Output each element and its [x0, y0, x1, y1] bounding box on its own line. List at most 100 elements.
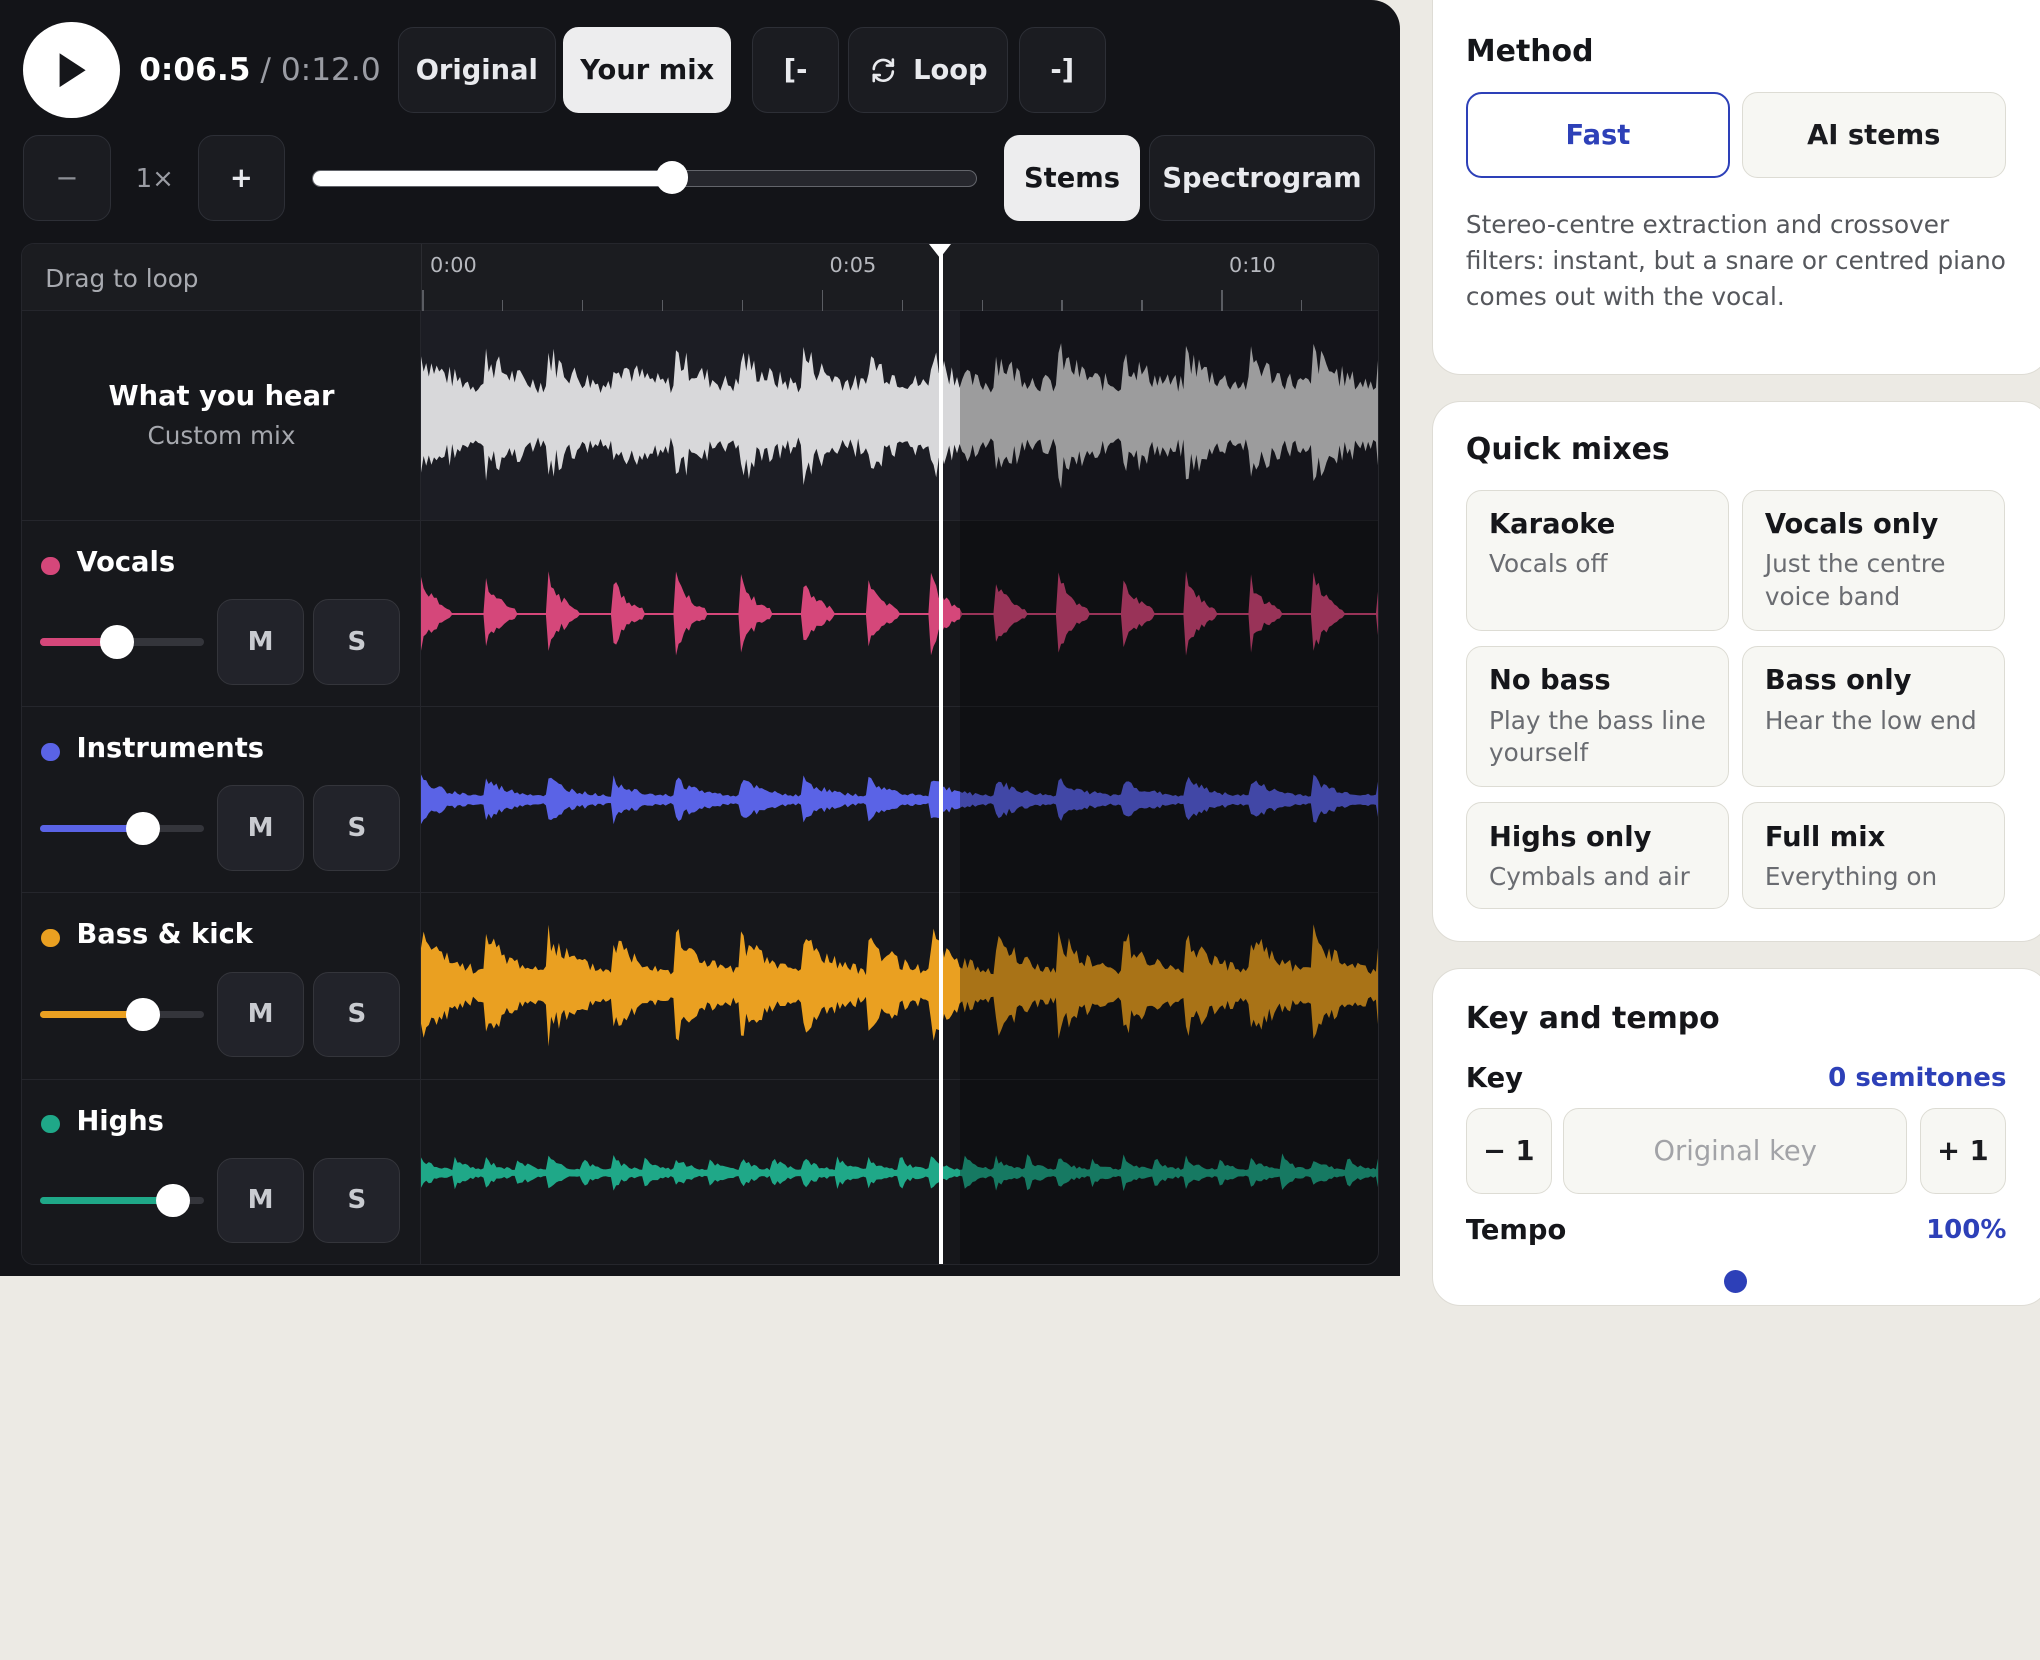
scrubber-fill	[313, 171, 673, 187]
original-toggle[interactable]: Original	[398, 27, 556, 114]
ruler-major-tick	[1221, 289, 1223, 311]
solo-button[interactable]: S	[313, 599, 401, 686]
method-fast-button[interactable]: Fast	[1465, 92, 1730, 178]
playhead-marker[interactable]	[928, 244, 951, 258]
quick-mixes-title: Quick mixes	[1465, 431, 1670, 467]
quick-mix-subtitle: Everything on	[1764, 861, 1938, 891]
volume-fill	[40, 1196, 173, 1205]
loop-icon	[872, 58, 895, 83]
loop-button[interactable]: Loop	[848, 27, 1009, 114]
method-ai-stems-button[interactable]: AI stems	[1741, 92, 2006, 178]
volume-handle[interactable]	[126, 811, 161, 846]
volume-handle[interactable]	[100, 625, 134, 660]
play-button[interactable]	[23, 22, 120, 119]
track-waveform-3[interactable]	[421, 1080, 1379, 1264]
tempo-label: Tempo	[1465, 1214, 1567, 1246]
solo-button[interactable]: S	[313, 971, 401, 1058]
quick-mix-title: Vocals only	[1764, 509, 1939, 541]
quick-mix-bass-only[interactable]: Bass only Hear the low end	[1741, 646, 2005, 787]
track-area: Drag to loop 0:00 0:05 0:10 What you hear …	[20, 243, 1380, 1265]
mute-button[interactable]: M	[216, 785, 305, 872]
quick-mix-subtitle: Cymbals and air	[1489, 861, 1690, 891]
quick-mix-no-bass[interactable]: No bass Play the bass line yourself	[1465, 646, 1729, 787]
ruler-major-tick	[821, 289, 824, 311]
mute-button[interactable]: M	[216, 599, 305, 686]
stems-toggle[interactable]: Stems	[1004, 135, 1140, 222]
ruler-minor-tick	[661, 300, 664, 311]
speed-up-button[interactable]: +	[197, 135, 285, 222]
ruler-major-tick	[422, 289, 424, 311]
track-name: Highs	[76, 1105, 164, 1137]
player-panel: 0:06.5 / 0:12.0 Original Your mix [- Loo…	[0, 0, 1400, 1277]
track-name: Bass & kick	[76, 919, 253, 951]
time-readout: 0:06.5 / 0:12.0	[139, 52, 381, 88]
time-separator: /	[250, 52, 281, 89]
volume-handle[interactable]	[155, 1183, 190, 1218]
loop-label: Loop	[913, 54, 988, 86]
quick-mixes-card: Quick mixes Karaoke Vocals off Vocals only…	[1432, 400, 2040, 942]
key-down-button[interactable]: − 1	[1465, 1108, 1552, 1194]
track-waveform-0[interactable]	[421, 521, 1379, 708]
loop-start-button[interactable]: [-	[751, 27, 840, 114]
key-up-button[interactable]: + 1	[1919, 1108, 2006, 1194]
play-icon	[59, 53, 86, 88]
mute-button[interactable]: M	[216, 971, 305, 1058]
master-lane-header: What you hear Custom mix	[21, 310, 422, 522]
mute-button[interactable]: M	[216, 1157, 305, 1244]
track-name: Vocals	[76, 547, 176, 579]
quick-mix-subtitle: Play the bass line yourself	[1489, 705, 1706, 768]
quick-mix-title: Full mix	[1764, 821, 1886, 853]
ruler-minor-tick	[1301, 300, 1303, 311]
key-label: Key	[1465, 1062, 1523, 1094]
ruler-minor-tick	[1061, 300, 1063, 311]
solo-button[interactable]: S	[313, 785, 401, 872]
key-value: 0 semitones	[1828, 1062, 2007, 1093]
duration-time: 0:12.0	[280, 52, 381, 89]
track-color-dot	[41, 742, 60, 761]
method-card: Method Fast AI stems Stereo-centre extra…	[1432, 0, 2040, 375]
track-name: Instruments	[76, 733, 265, 765]
track-color-dot	[41, 928, 60, 947]
track-color-dot	[41, 1114, 60, 1133]
volume-handle[interactable]	[126, 997, 161, 1032]
key-tempo-title: Key and tempo	[1465, 1001, 1720, 1037]
method-description: Stereo-centre extraction and crossover f…	[1465, 209, 2006, 312]
quick-mix-subtitle: Hear the low end	[1764, 705, 1977, 735]
master-title: What you hear	[108, 380, 335, 412]
master-subtitle: Custom mix	[147, 421, 296, 451]
volume-slider[interactable]	[40, 824, 204, 833]
ruler-minor-tick	[741, 300, 744, 311]
quick-mix-subtitle: Just the centre voice band	[1764, 549, 1946, 611]
scrubber-handle[interactable]	[655, 161, 689, 194]
tempo-value: 100%	[1926, 1214, 2007, 1245]
current-time: 0:06.5	[139, 52, 251, 89]
track-waveform-2[interactable]	[421, 893, 1379, 1080]
track-header-2: Bass & kick M S	[21, 893, 422, 1080]
quick-mix-highs-only[interactable]: Highs only Cymbals and air	[1465, 802, 1729, 910]
track-color-dot	[41, 556, 60, 575]
spectrogram-toggle[interactable]: Spectrogram	[1148, 135, 1376, 222]
quick-mix-karaoke[interactable]: Karaoke Vocals off	[1465, 490, 1729, 631]
solo-button[interactable]: S	[313, 1157, 401, 1244]
quick-mix-vocals-only[interactable]: Vocals only Just the centre voice band	[1741, 490, 2005, 631]
track-waveform-1[interactable]	[421, 707, 1379, 894]
original-key-button[interactable]: Original key	[1563, 1108, 1907, 1194]
scrubber-track[interactable]	[312, 170, 978, 188]
track-header-3: Highs M S	[21, 1079, 422, 1264]
master-waveform[interactable]	[421, 310, 1379, 522]
speed-down-button[interactable]: −	[23, 135, 111, 222]
volume-slider[interactable]	[40, 1010, 204, 1019]
loop-end-button[interactable]: -]	[1018, 27, 1106, 114]
quick-mix-title: Bass only	[1764, 665, 1912, 697]
ruler-tick-label: 0:05	[829, 253, 877, 278]
ruler-minor-tick	[901, 300, 903, 311]
your-mix-toggle[interactable]: Your mix	[563, 27, 732, 114]
playhead[interactable]	[939, 244, 944, 1264]
timeline-ruler[interactable]: 0:00 0:05 0:10	[421, 244, 1378, 311]
quick-mix-full-mix[interactable]: Full mix Everything on	[1741, 802, 2005, 910]
key-tempo-card: Key and tempo Key 0 semitones − 1 Origin…	[1432, 967, 2040, 1307]
ruler-tick-label: 0:10	[1229, 253, 1276, 278]
method-title: Method	[1465, 33, 1594, 69]
ruler-minor-tick	[981, 300, 983, 311]
drag-to-loop-hint: Drag to loop	[45, 263, 199, 293]
